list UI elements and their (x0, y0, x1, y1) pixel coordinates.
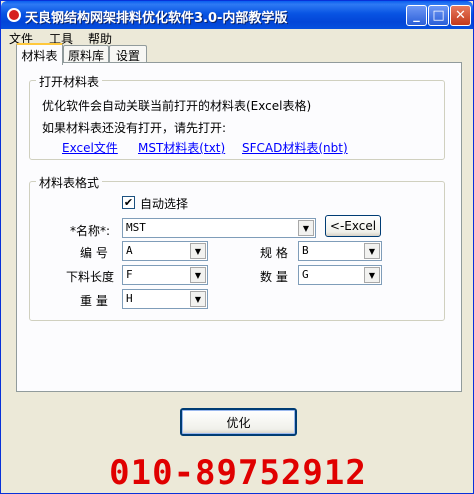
open-material-group: 打开材料表 优化软件会自动关联当前打开的材料表(Excel表格) 如果材料表还没… (29, 73, 445, 160)
chevron-down-icon[interactable]: ▼ (364, 243, 380, 259)
weight-label: 重 量 (80, 294, 108, 308)
cut-length-value: F (126, 268, 133, 281)
chevron-down-icon[interactable]: ▼ (364, 267, 380, 283)
minimize-button[interactable]: _ (406, 5, 427, 26)
number-combo[interactable]: A ▼ (122, 241, 208, 261)
sfcad-file-link[interactable]: SFCAD材料表(nbt) (242, 139, 348, 156)
materials-tab-panel: 打开材料表 优化软件会自动关联当前打开的材料表(Excel表格) 如果材料表还没… (16, 62, 462, 392)
spec-label: 规 格 (260, 246, 288, 260)
title-bar[interactable]: 天良钢结构网架排料优化软件3.0-内部教学版 _ □ ✕ (1, 1, 473, 29)
auto-select-label: 自动选择 (140, 197, 189, 211)
phone-number: 010-89752912 (109, 453, 367, 493)
maximize-button[interactable]: □ (428, 5, 449, 26)
cut-length-label: 下料长度 (66, 270, 115, 284)
cut-length-combo[interactable]: F ▼ (122, 265, 208, 285)
name-combo[interactable]: MST ▼ (122, 218, 316, 238)
weight-value: H (126, 292, 133, 305)
chevron-down-icon[interactable]: ▼ (298, 220, 314, 236)
spec-value: B (302, 244, 309, 257)
close-button[interactable]: ✕ (450, 5, 471, 26)
format-group-title: 材料表格式 (36, 174, 103, 191)
app-icon (7, 8, 21, 22)
excel-import-button[interactable]: <-Excel (325, 215, 381, 237)
quantity-label: 数 量 (260, 270, 288, 284)
quantity-combo[interactable]: G ▼ (298, 265, 382, 285)
optimize-button[interactable]: 优化 (180, 408, 297, 436)
open-group-title: 打开材料表 (36, 73, 103, 90)
excel-file-link[interactable]: Excel文件 (62, 139, 118, 156)
open-info-line2: 如果材料表还没有打开，请先打开: (42, 121, 227, 135)
name-label: *名称*: (70, 224, 111, 238)
chevron-down-icon[interactable]: ▼ (190, 291, 206, 307)
quantity-value: G (302, 268, 309, 281)
chevron-down-icon[interactable]: ▼ (190, 267, 206, 283)
name-value: MST (126, 221, 146, 234)
main-window: 天良钢结构网架排料优化软件3.0-内部教学版 _ □ ✕ 文件 工具 帮助 材料… (0, 0, 474, 494)
weight-combo[interactable]: H ▼ (122, 289, 208, 309)
chevron-down-icon[interactable]: ▼ (190, 243, 206, 259)
auto-select-checkbox[interactable]: ✔ (122, 196, 135, 209)
format-group: 材料表格式 ✔ 自动选择 *名称*: MST ▼ <-Excel 编 号 A ▼… (29, 174, 445, 321)
mst-file-link[interactable]: MST材料表(txt) (138, 139, 225, 156)
number-label: 编 号 (80, 246, 108, 260)
window-title: 天良钢结构网架排料优化软件3.0-内部教学版 (25, 11, 288, 26)
number-value: A (126, 244, 133, 257)
tab-materials[interactable]: 材料表 (16, 43, 63, 65)
spec-combo[interactable]: B ▼ (298, 241, 382, 261)
open-info-line1: 优化软件会自动关联当前打开的材料表(Excel表格) (42, 99, 312, 113)
